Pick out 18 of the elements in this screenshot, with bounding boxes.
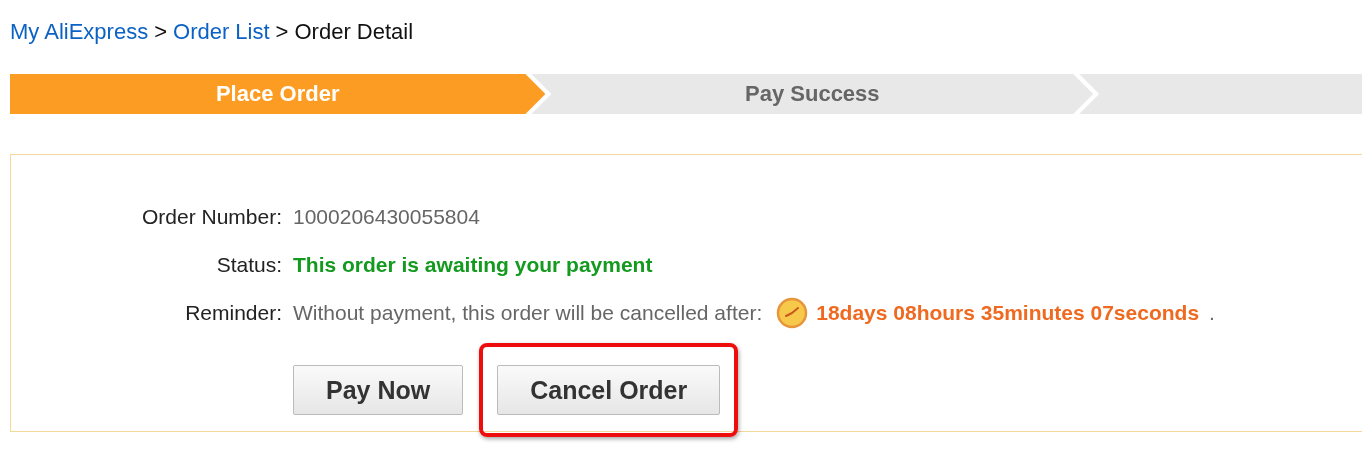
order-status: This order is awaiting your payment [293, 253, 653, 277]
countdown-timer: 18days 08hours 35minutes 07seconds [816, 301, 1200, 325]
field-label: Reminder: [184, 300, 282, 326]
period-mark: . [1209, 301, 1215, 325]
breadcrumb-separator: > [275, 19, 289, 45]
order-number: 1000206430055804 [293, 205, 480, 229]
field-label: Order Number: [140, 204, 282, 230]
breadcrumb-current: Order Detail [294, 19, 414, 45]
action-button[interactable]: Cancel Order [497, 365, 721, 415]
progress-step: Pay Success [531, 74, 1094, 114]
progress-step: Place Order [10, 74, 546, 114]
clock-icon [776, 297, 809, 329]
field-label: Status: [215, 252, 282, 278]
breadcrumb-separator: > [154, 19, 167, 45]
reminder-text: Without payment, this order will be cancelled after: [293, 301, 763, 325]
breadcrumb-link[interactable]: Order List [173, 19, 270, 45]
breadcrumb-link[interactable]: My AliExpress [10, 19, 149, 45]
action-button[interactable]: Pay Now [293, 365, 464, 415]
